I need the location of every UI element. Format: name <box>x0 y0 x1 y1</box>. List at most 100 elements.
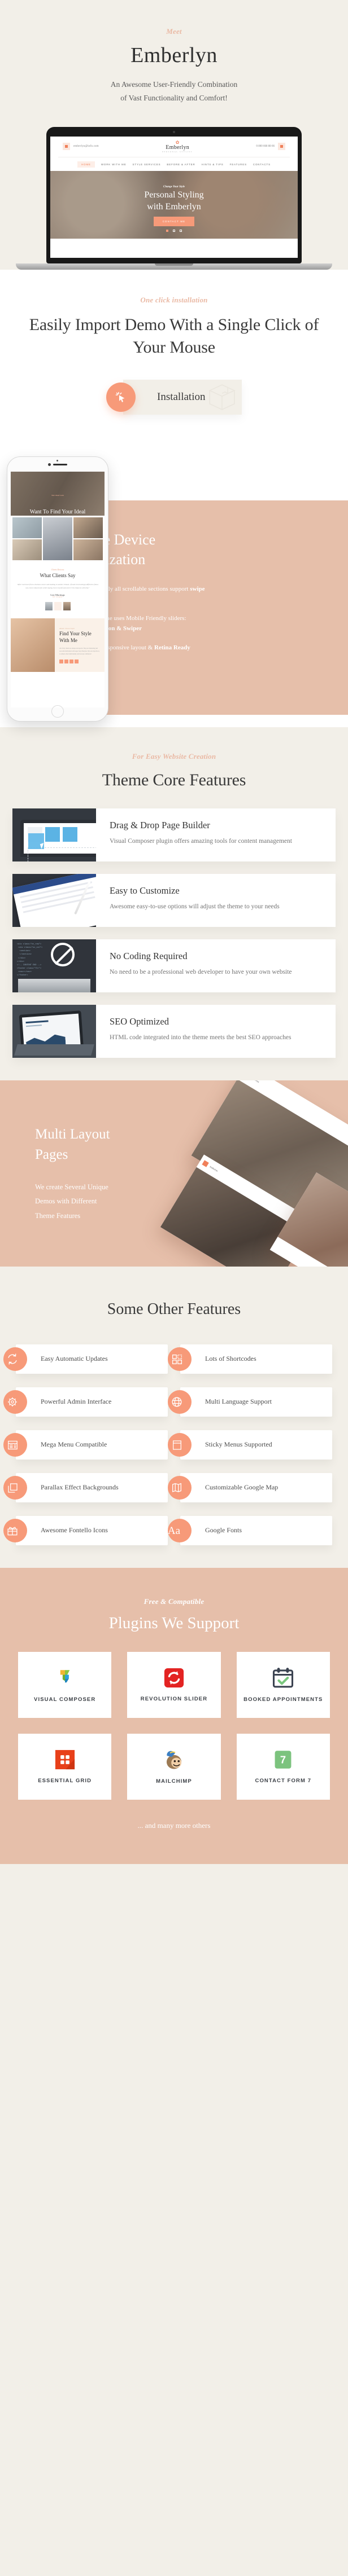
phone-hero: Your Ideal Look Want To Find Your Ideal … <box>11 471 105 516</box>
feature-chip-sticky-menus[interactable]: Sticky Menus Supported <box>168 1430 332 1460</box>
plugin-card-booked-appointments[interactable]: BOOKED APPOINTMENTS <box>236 1652 330 1718</box>
slide-title-line1: Personal Styling <box>144 190 204 200</box>
laptop-body: emberlyn@info.com ✿ Emberlyn PERSONAL ST… <box>46 126 302 263</box>
avatar[interactable] <box>45 601 53 610</box>
nav-item-work-with-me[interactable]: WORK WITH ME <box>101 163 127 166</box>
gallery-tile <box>73 517 103 538</box>
feature-chip-label: Lots of Shortcodes <box>205 1355 256 1363</box>
plugin-label: BOOKED APPOINTMENTS <box>243 1696 323 1703</box>
installation-eyebrow: One click installation <box>140 295 208 304</box>
nav-item-before-after[interactable]: BEFORE & AFTER <box>167 163 195 166</box>
installation-title: Easily Import Demo With a Single Click o… <box>29 315 319 357</box>
tablet-stylus-thumb-icon <box>12 874 96 927</box>
topbar-email[interactable]: emberlyn@info.com <box>63 143 99 151</box>
testimonials-title: What Clients Say <box>40 572 76 578</box>
social-icon[interactable] <box>75 659 79 663</box>
nav-item-hints-tips[interactable]: HINTS & TIPS <box>202 163 224 166</box>
feature-chip-easy-updates[interactable]: Easy Automatic Updates <box>3 1344 168 1374</box>
about-social-links[interactable] <box>59 659 100 663</box>
feature-chip-mega-menu[interactable]: Mega Menu Compatible <box>3 1430 168 1460</box>
slider-dot-3[interactable] <box>180 229 182 232</box>
avatar[interactable] <box>54 601 62 610</box>
globe-icon <box>168 1390 192 1414</box>
shot-logo-text: Emberlyn <box>251 1080 260 1083</box>
booked-appointments-logo-icon <box>273 1668 294 1688</box>
feature-chip-shortcodes[interactable]: Lots of Shortcodes <box>168 1344 332 1374</box>
nav-item-contacts[interactable]: CONTACTS <box>253 163 271 166</box>
about-text: All of my clients are unique and special… <box>59 647 100 655</box>
about-photo <box>11 618 55 672</box>
site-logo[interactable]: ✿ Emberlyn PERSONAL STYLIST <box>162 140 193 153</box>
map-icon <box>168 1476 192 1500</box>
feature-chip-label: Mega Menu Compatible <box>41 1440 107 1449</box>
slider-dot-2[interactable] <box>173 229 175 232</box>
feature-card-easy-customize[interactable]: Easy to Customize Awesome easy-to-use op… <box>12 874 336 927</box>
svg-text:7: 7 <box>280 1754 286 1766</box>
phone-icon <box>278 143 285 151</box>
multi-desc-line1: We create Several Unique <box>35 1183 108 1191</box>
feature-chip-google-map[interactable]: Customizable Google Map <box>168 1473 332 1503</box>
feature-title: SEO Optimized <box>110 1016 169 1027</box>
plugin-label: CONTACT FORM 7 <box>255 1778 312 1784</box>
landing-page: Meet Emberlyn An Awesome User-Friendly C… <box>0 0 348 1865</box>
feature-chip-label: Customizable Google Map <box>205 1483 279 1492</box>
slider-dot-1[interactable] <box>166 229 168 232</box>
site-nav[interactable]: HOME WORK WITH ME STYLE SERVICES BEFORE … <box>58 156 290 171</box>
feature-card-page-builder[interactable]: Drag & Drop Page Builder Visual Composer… <box>12 808 336 862</box>
social-icon[interactable] <box>64 659 69 663</box>
testimonials-eyebrow: Clients Reviews <box>51 568 64 571</box>
topbar-phone[interactable]: 0 800 668 88 66 <box>256 143 285 151</box>
feature-chip-label: Awesome Fontello Icons <box>41 1526 108 1535</box>
installation-button-group[interactable]: Installation <box>106 379 242 415</box>
plugin-label: VISUAL COMPOSER <box>34 1696 96 1703</box>
click-cursor-icon <box>115 392 125 402</box>
plugin-card-mailchimp[interactable]: MAILCHIMP <box>127 1734 221 1800</box>
plugin-card-revolution-slider[interactable]: REVOLUTION SLIDER <box>127 1652 221 1718</box>
phone-testimonials: Clients Reviews What Clients Say "After … <box>11 562 105 616</box>
feature-desc: Awesome easy-to-use options will adjust … <box>110 903 280 911</box>
plugin-card-visual-composer[interactable]: VISUAL COMPOSER <box>18 1652 112 1718</box>
feature-chip-admin-interface[interactable]: Powerful Admin Interface <box>3 1387 168 1417</box>
laptop-base <box>16 263 332 270</box>
plugin-card-essential-grid[interactable]: ESSENTIAL GRID <box>18 1734 112 1800</box>
feature-chip-fontello-icons[interactable]: Awesome Fontello Icons <box>3 1516 168 1546</box>
installation-card[interactable]: Installation <box>123 379 242 415</box>
installation-cursor-button[interactable] <box>106 382 136 412</box>
testimonials-avatars[interactable] <box>16 601 99 610</box>
feature-desc: No need to be a professional web develop… <box>110 969 292 976</box>
plugin-label: MAILCHIMP <box>156 1778 192 1785</box>
site-hero-slider: Change Your Style Personal Styling with … <box>50 170 298 239</box>
hero-section: Meet Emberlyn An Awesome User-Friendly C… <box>0 0 348 270</box>
plugin-card-contact-form-7[interactable]: 7 CONTACT FORM 7 <box>236 1734 330 1800</box>
feature-card-seo[interactable]: SEO Optimized HTML code integrated into … <box>12 1005 336 1058</box>
typography-icon: Aa <box>168 1519 192 1543</box>
feature-chip-label: Parallax Effect Backgrounds <box>41 1483 119 1492</box>
nav-item-style-services[interactable]: STYLE SERVICES <box>133 163 161 166</box>
essential-grid-logo-icon <box>55 1750 75 1770</box>
gallery-tile <box>12 517 42 538</box>
feature-chip-label: Sticky Menus Supported <box>205 1440 272 1449</box>
social-icon[interactable] <box>59 659 64 663</box>
logo-text: Emberlyn <box>166 144 190 151</box>
gallery-tile <box>73 539 103 560</box>
window-icon <box>168 1433 192 1457</box>
social-icon[interactable] <box>69 659 74 663</box>
shot-logo-text: Emberlyn <box>209 1165 219 1173</box>
feature-desc: Visual Composer plugin offers amazing to… <box>110 838 292 845</box>
avatar[interactable] <box>63 601 71 610</box>
topbar-phone-text: 0 800 668 88 66 <box>256 145 275 148</box>
feature-chip-parallax[interactable]: Parallax Effect Backgrounds <box>3 1473 168 1503</box>
hero-tagline-line2: of Vast Functionality and Comfort! <box>120 94 228 103</box>
nav-item-features[interactable]: FEATURES <box>230 163 247 166</box>
about-title-line1: Find Your Style <box>59 630 92 636</box>
feature-chip-google-fonts[interactable]: Aa Google Fonts <box>168 1516 332 1546</box>
feature-chip-multi-language[interactable]: Multi Language Support <box>168 1387 332 1417</box>
feature-chip-label: Multi Language Support <box>205 1397 272 1406</box>
phone-gallery-grid <box>11 516 105 562</box>
contact-form-7-logo-icon: 7 <box>275 1751 292 1769</box>
feature-chip-label: Easy Automatic Updates <box>41 1355 108 1363</box>
phone-home-button[interactable] <box>51 705 64 718</box>
slider-dots[interactable] <box>50 225 298 235</box>
nav-item-home[interactable]: HOME <box>77 161 95 168</box>
feature-card-no-coding[interactable]: <div class="vc_row"> <div class="vc_col"… <box>12 939 336 993</box>
